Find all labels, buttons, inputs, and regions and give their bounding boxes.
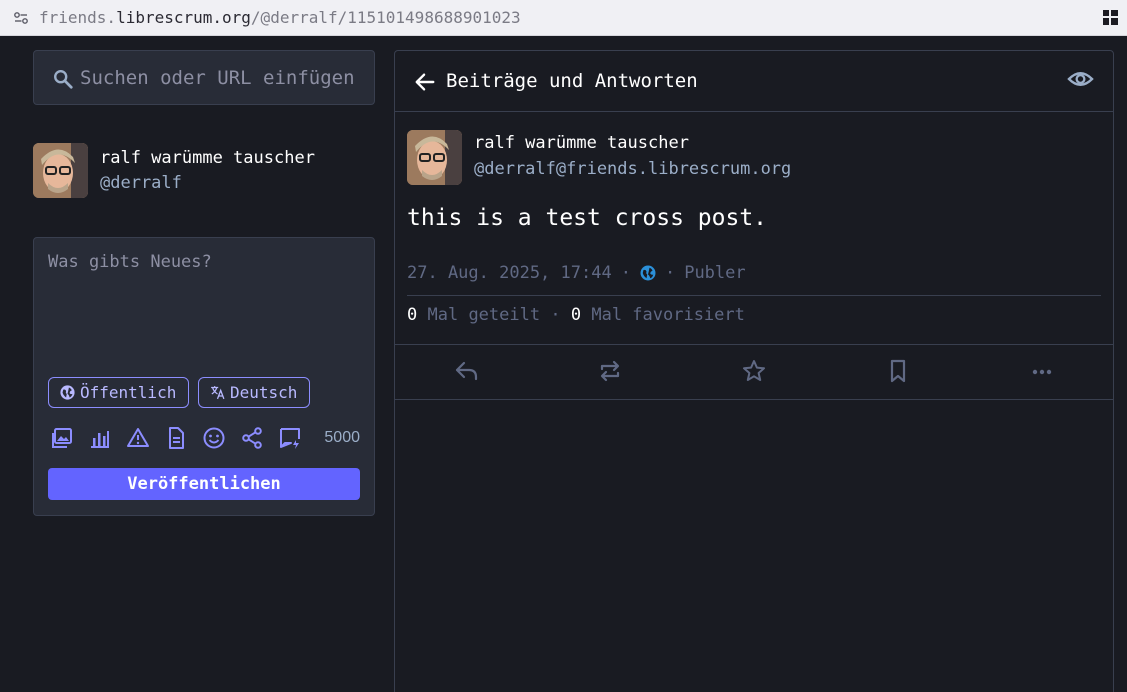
search-input[interactable] bbox=[80, 61, 360, 95]
favourites-count: 0 bbox=[570, 305, 582, 325]
share-icon bbox=[242, 427, 262, 449]
bookmark-icon bbox=[890, 359, 906, 383]
extensions-icon[interactable] bbox=[1103, 10, 1118, 25]
back-arrow-icon[interactable] bbox=[414, 71, 436, 93]
status-content: this is a test cross post. bbox=[407, 205, 768, 231]
media-upload-button[interactable] bbox=[50, 426, 74, 450]
favourites-label: Mal favorisiert bbox=[591, 305, 745, 325]
character-counter: 5000 bbox=[324, 429, 360, 446]
quick-reply-button[interactable] bbox=[278, 426, 302, 450]
compose-toolbar: 5000 bbox=[48, 426, 360, 452]
account-display-name[interactable]: ralf warümme tauscher bbox=[100, 148, 315, 168]
status-avatar[interactable] bbox=[407, 130, 462, 185]
poll-icon bbox=[91, 431, 109, 448]
status-account-handle[interactable]: @derralf@friends.librescrum.org bbox=[474, 159, 791, 179]
more-horizontal-icon bbox=[1032, 369, 1052, 375]
compose-form: Öffentlich Deutsch bbox=[33, 237, 375, 516]
search-box bbox=[33, 50, 375, 105]
star-icon bbox=[743, 360, 765, 381]
boosts-link[interactable]: 0 Mal geteilt bbox=[407, 305, 540, 325]
account-handle: @derralf bbox=[100, 173, 182, 193]
current-account[interactable]: ralf warümme tauscher @derralf bbox=[33, 143, 375, 199]
eye-icon[interactable] bbox=[1067, 67, 1094, 91]
image-icon bbox=[52, 428, 72, 448]
favourites-link[interactable]: 0 Mal favorisiert bbox=[571, 305, 745, 325]
visibility-label: Öffentlich bbox=[80, 383, 177, 402]
status-timestamp[interactable]: 27. Aug. 2025, 17:44 bbox=[407, 263, 612, 283]
visibility-dropdown[interactable]: Öffentlich bbox=[48, 377, 189, 408]
browser-address-bar: friends.librescrum.org/@derralf/11510149… bbox=[0, 0, 1127, 36]
column-title: Beiträge und Antworten bbox=[446, 70, 698, 92]
comment-bolt-icon bbox=[280, 428, 300, 449]
url-domain: librescrum.org bbox=[116, 8, 251, 27]
content-warning-button[interactable] bbox=[126, 426, 150, 450]
status-counts: 0 Mal geteilt · 0 Mal favorisiert bbox=[407, 305, 745, 325]
translate-icon bbox=[211, 386, 225, 400]
status-application[interactable]: Publer bbox=[684, 263, 745, 283]
status-action-bar bbox=[395, 344, 1113, 400]
emoji-icon bbox=[203, 427, 225, 449]
document-icon bbox=[169, 427, 184, 449]
document-button[interactable] bbox=[164, 426, 188, 450]
emoji-button[interactable] bbox=[202, 426, 226, 450]
reply-button[interactable] bbox=[454, 358, 480, 384]
poll-button[interactable] bbox=[88, 426, 112, 450]
share-button[interactable] bbox=[240, 426, 264, 450]
boost-icon bbox=[600, 360, 620, 382]
public-visibility-icon bbox=[640, 265, 656, 281]
boosts-label: Mal geteilt bbox=[427, 305, 541, 325]
language-dropdown[interactable]: Deutsch bbox=[198, 377, 310, 408]
meta-separator: · bbox=[620, 263, 631, 283]
warning-icon bbox=[127, 428, 149, 447]
status-avatar-image bbox=[407, 130, 462, 185]
globe-icon bbox=[60, 385, 75, 400]
site-info-icon[interactable] bbox=[13, 10, 29, 26]
status-display-name[interactable]: ralf warümme tauscher bbox=[474, 133, 689, 153]
column-header: Beiträge und Antworten bbox=[395, 51, 1113, 112]
more-button[interactable] bbox=[1029, 358, 1055, 384]
language-label: Deutsch bbox=[230, 383, 298, 402]
favourite-button[interactable] bbox=[741, 358, 767, 384]
avatar[interactable] bbox=[33, 143, 88, 198]
bookmark-button[interactable] bbox=[885, 358, 911, 384]
reply-icon bbox=[455, 361, 478, 381]
timeline-column: Beiträge und Antworten ralf warümme taus… bbox=[394, 50, 1114, 692]
boost-button[interactable] bbox=[597, 358, 623, 384]
search-icon bbox=[54, 70, 73, 89]
divider bbox=[407, 295, 1101, 296]
publish-button[interactable]: Veröffentlichen bbox=[48, 468, 360, 500]
counts-separator: · bbox=[550, 305, 561, 325]
boosts-count: 0 bbox=[407, 305, 418, 325]
compose-textarea[interactable] bbox=[48, 252, 360, 362]
url-prefix: friends. bbox=[39, 8, 117, 27]
meta-separator: · bbox=[664, 263, 676, 283]
url-path: /@derralf/115101498688901023 bbox=[250, 8, 521, 27]
status-meta: 27. Aug. 2025, 17:44 · · Publer bbox=[407, 263, 746, 283]
url-text[interactable]: friends.librescrum.org/@derralf/11510149… bbox=[39, 8, 521, 27]
avatar-image bbox=[33, 143, 88, 198]
